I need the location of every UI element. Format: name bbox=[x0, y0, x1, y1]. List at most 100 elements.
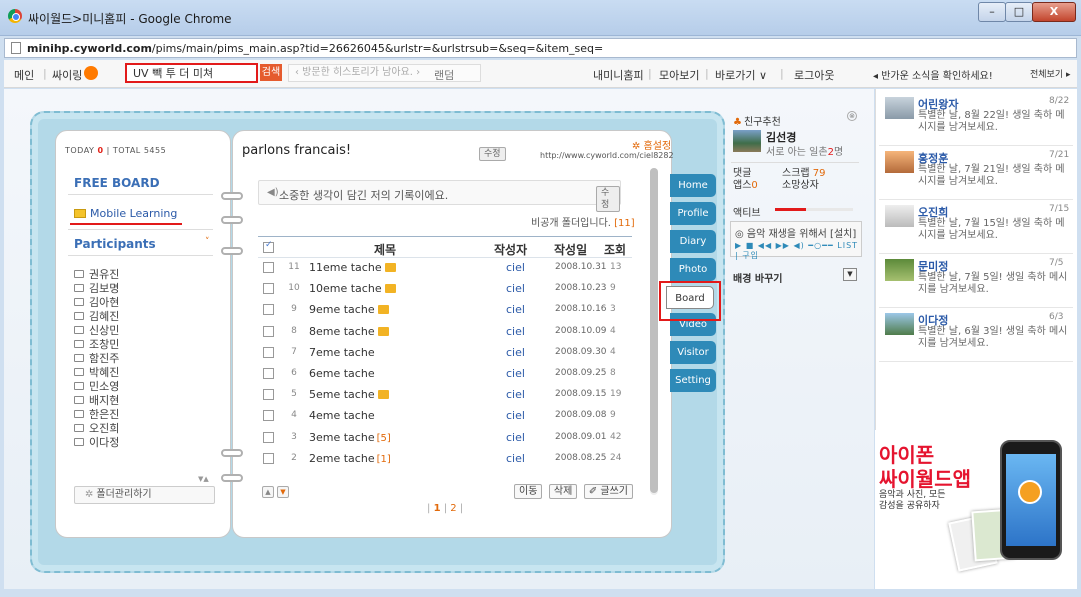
close-icon[interactable]: ⊗ bbox=[847, 111, 857, 121]
apps-stat[interactable]: 앱스0 bbox=[733, 180, 758, 192]
news-item[interactable]: 어린왕자 8/22 특별한 날, 8월 22일! 생일 축하 메시지를 남겨보세요. bbox=[879, 91, 1073, 146]
random-link[interactable]: 랜덤 bbox=[434, 67, 454, 83]
row-checkbox[interactable] bbox=[263, 262, 274, 273]
maximize-button[interactable]: □ bbox=[1005, 2, 1033, 22]
participant-item[interactable]: 김보명 bbox=[74, 282, 204, 296]
table-row[interactable]: 11 11eme tache ciel 2008.10.31 13 bbox=[258, 258, 632, 279]
move-button[interactable]: 이동 bbox=[514, 484, 543, 499]
table-row[interactable]: 5 5eme tache ciel 2008.09.15 19 bbox=[258, 385, 632, 406]
participant-item[interactable]: 권유진 bbox=[74, 268, 204, 282]
participant-item[interactable]: 함진주 bbox=[74, 352, 204, 366]
row-checkbox[interactable] bbox=[263, 325, 274, 337]
table-row[interactable]: 6 6eme tache ciel 2008.09.25 8 bbox=[258, 364, 632, 385]
move-down-button[interactable]: ▼ bbox=[277, 486, 289, 498]
tab-setting[interactable]: Setting bbox=[670, 369, 716, 392]
row-checkbox[interactable] bbox=[263, 431, 274, 443]
friend-avatar[interactable] bbox=[885, 259, 914, 281]
url-text[interactable]: minihp.cyworld.com/pims/main/pims_main.a… bbox=[27, 42, 603, 55]
participant-item[interactable]: 이다정 bbox=[74, 436, 204, 450]
title-edit-button[interactable]: 수정 bbox=[479, 146, 506, 161]
write-button[interactable]: ✐ 글쓰기 bbox=[583, 484, 633, 499]
post-title-link[interactable]: 11eme tache bbox=[309, 261, 396, 274]
move-up-button[interactable]: ▲ bbox=[262, 486, 274, 498]
folder-mobile-learning[interactable]: Mobile Learning bbox=[74, 207, 177, 220]
row-checkbox[interactable] bbox=[263, 452, 274, 464]
scrollbar-thumb[interactable] bbox=[650, 168, 658, 493]
row-checkbox[interactable] bbox=[263, 283, 274, 295]
friend-avatar[interactable] bbox=[885, 151, 914, 173]
post-author[interactable]: ciel bbox=[506, 409, 525, 422]
page-2-link[interactable]: 2 bbox=[450, 503, 456, 514]
friend-avatar[interactable] bbox=[885, 313, 914, 335]
search-button[interactable]: 검색 bbox=[260, 64, 282, 81]
post-author[interactable]: ciel bbox=[506, 282, 525, 295]
post-title-link[interactable]: 3eme tache [5] bbox=[309, 431, 391, 444]
folder-manage-button[interactable]: ✲ 폴더관리하기 bbox=[74, 486, 215, 504]
participant-item[interactable]: 박혜진 bbox=[74, 366, 204, 380]
news-item[interactable]: 홍정훈 7/21 특별한 날, 7월 21일! 생일 축하 메시지를 남겨보세요. bbox=[879, 145, 1073, 200]
nav-logout-link[interactable]: 로그아웃 bbox=[794, 67, 834, 83]
post-title-link[interactable]: 10eme tache bbox=[309, 282, 396, 295]
row-checkbox[interactable] bbox=[263, 410, 274, 422]
tab-photo[interactable]: Photo bbox=[670, 258, 716, 281]
tab-profile[interactable]: Profile bbox=[670, 202, 716, 225]
row-checkbox[interactable] bbox=[263, 304, 274, 316]
table-row[interactable]: 8 8eme tache ciel 2008.10.09 4 bbox=[258, 322, 632, 343]
chevron-down-icon[interactable]: ˅ bbox=[205, 237, 210, 247]
tab-home[interactable]: Home bbox=[670, 174, 716, 197]
post-title-link[interactable]: 9eme tache bbox=[309, 303, 389, 316]
news-item[interactable]: 이다정 6/3 특별한 날, 6월 3일! 생일 축하 메시지를 남겨보세요. bbox=[879, 307, 1073, 362]
select-all-checkbox[interactable] bbox=[263, 240, 274, 253]
cyworld-app-ad[interactable]: 아이폰 싸이월드앱 음악과 사진, 모든 감성을 공유하자 bbox=[875, 430, 1077, 589]
list-scroll-arrows[interactable]: ▼▲ bbox=[198, 475, 209, 483]
home-setting-link[interactable]: ✲ 홈설정 bbox=[632, 137, 671, 152]
participant-item[interactable]: 조창민 bbox=[74, 338, 204, 352]
tab-diary[interactable]: Diary bbox=[670, 230, 716, 253]
table-row[interactable]: 2 2eme tache [1] ciel 2008.08.25 24 bbox=[258, 449, 632, 470]
table-row[interactable]: 7 7eme tache ciel 2008.09.30 4 bbox=[258, 343, 632, 364]
participant-item[interactable]: 한은진 bbox=[74, 408, 204, 422]
post-title-link[interactable]: 5eme tache bbox=[309, 388, 389, 401]
post-author[interactable]: ciel bbox=[506, 325, 525, 338]
post-author[interactable]: ciel bbox=[506, 367, 525, 380]
nav-main-link[interactable]: 메인 bbox=[14, 67, 34, 83]
table-row[interactable]: 9 9eme tache ciel 2008.10.16 3 bbox=[258, 300, 632, 321]
post-author[interactable]: ciel bbox=[506, 346, 525, 359]
address-bar[interactable]: minihp.cyworld.com/pims/main/pims_main.a… bbox=[4, 38, 1077, 58]
participant-item[interactable]: 민소영 bbox=[74, 380, 204, 394]
post-title-link[interactable]: 7eme tache bbox=[309, 346, 375, 359]
music-controls[interactable]: ▶ ■ ◀◀ ▶▶ ◀) ━○━━ LIST | 구입 bbox=[735, 241, 861, 261]
view-all-link[interactable]: 전체보기 ▸ bbox=[1030, 67, 1071, 80]
post-title-link[interactable]: 8eme tache bbox=[309, 325, 389, 338]
post-author[interactable]: ciel bbox=[506, 388, 525, 401]
news-item[interactable]: 문미정 7/5 특별한 날, 7월 5일! 생일 축하 메시지를 남겨보세요. bbox=[879, 253, 1073, 308]
nav-sairing-link[interactable]: 싸이링 bbox=[52, 67, 82, 83]
search-input[interactable] bbox=[125, 63, 258, 83]
participant-item[interactable]: 오진희 bbox=[74, 422, 204, 436]
friend-avatar[interactable] bbox=[885, 97, 914, 119]
close-button[interactable]: X bbox=[1032, 2, 1076, 22]
music-install-notice[interactable]: ◎ 음악 재생을 위해서 [설치] bbox=[735, 225, 856, 240]
participant-item[interactable]: 배지현 bbox=[74, 394, 204, 408]
post-title-link[interactable]: 4eme tache bbox=[309, 409, 375, 422]
participant-item[interactable]: 김아현 bbox=[74, 296, 204, 310]
scrap-stat[interactable]: 스크랩 79 bbox=[782, 168, 826, 180]
page-1-link[interactable]: 1 bbox=[434, 503, 441, 514]
friend-avatar[interactable] bbox=[885, 205, 914, 227]
participant-item[interactable]: 김혜진 bbox=[74, 310, 204, 324]
row-checkbox[interactable] bbox=[263, 389, 274, 401]
wish-box-label[interactable]: 소망상자 bbox=[782, 180, 826, 192]
post-author[interactable]: ciel bbox=[506, 452, 525, 465]
table-row[interactable]: 10 10eme tache ciel 2008.10.23 9 bbox=[258, 279, 632, 300]
comment-label[interactable]: 댓글 bbox=[733, 168, 758, 180]
post-author[interactable]: ciel bbox=[506, 431, 525, 444]
nav-collection-link[interactable]: 모아보기 bbox=[659, 67, 699, 83]
table-row[interactable]: 4 4eme tache ciel 2008.09.08 9 bbox=[258, 406, 632, 427]
tab-visitor[interactable]: Visitor bbox=[670, 341, 716, 364]
news-item[interactable]: 오진희 7/15 특별한 날, 7월 15일! 생일 축하 메시지를 남겨보세요. bbox=[879, 199, 1073, 254]
participant-item[interactable]: 신상민 bbox=[74, 324, 204, 338]
post-author[interactable]: ciel bbox=[506, 261, 525, 274]
nav-my-minihome-link[interactable]: 내미니홈피 bbox=[593, 67, 644, 83]
content-scrollbar[interactable] bbox=[650, 168, 658, 495]
delete-button[interactable]: 삭제 bbox=[548, 484, 578, 499]
